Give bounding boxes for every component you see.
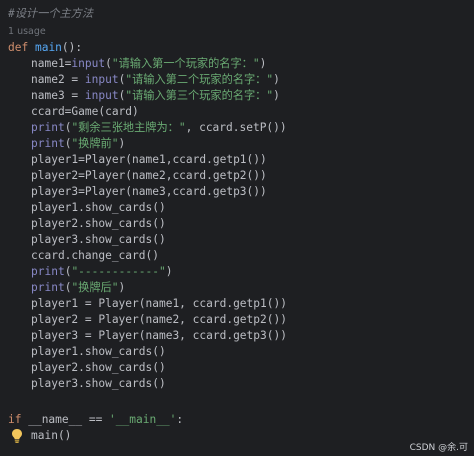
code-line-6: print("换牌前")	[8, 136, 125, 152]
code-line-8: player2=Player(name2,ccard.getp2())	[31, 169, 267, 182]
def-params: ():	[61, 41, 83, 54]
string-literal: "请输入第三个玩家的名字："	[125, 89, 274, 102]
code-token: )	[118, 281, 126, 294]
code-line-14: print("------------")	[8, 264, 172, 280]
builtin-print: print	[31, 121, 65, 134]
code-token: name3 =	[31, 89, 85, 102]
string-literal: "请输入第一个玩家的名字："	[111, 57, 260, 70]
code-line-16: player1 = Player(name1, ccard.getp1())	[31, 297, 287, 310]
code-line-20: player2.show_cards()	[31, 361, 166, 374]
builtin-print: print	[31, 137, 65, 150]
code-token: )	[273, 89, 280, 102]
code-line-13: ccard.change_card()	[31, 249, 159, 262]
builtin-print: print	[31, 265, 65, 278]
watermark: CSDN @余.可	[407, 440, 470, 453]
code-line-21: player3.show_cards()	[31, 377, 166, 390]
builtin-input: input	[84, 73, 119, 86]
string-literal: "请输入第二个玩家的名字："	[125, 73, 274, 86]
def-keyword: def	[8, 41, 29, 54]
code-line-12: player3.show_cards()	[31, 233, 166, 246]
code-token: __name__ ==	[21, 413, 110, 426]
if-keyword: if	[8, 413, 22, 426]
code-token: (	[105, 57, 112, 70]
code-token: name2 =	[31, 73, 85, 86]
function-name: main	[34, 41, 62, 54]
builtin-input: input	[71, 57, 106, 70]
string-literal: "剩余三张地主牌为："	[71, 121, 186, 134]
code-line-3: name3 = input("请输入第三个玩家的名字：")	[8, 88, 280, 104]
code-line-1: name1=input("请输入第一个玩家的名字：")	[8, 56, 266, 72]
string-literal: '__main__'	[109, 413, 177, 426]
code-comment: #设计一个主方法	[8, 7, 94, 20]
string-literal: "------------"	[71, 265, 166, 278]
lightbulb-icon[interactable]	[10, 428, 24, 444]
code-line-15: print("换牌后")	[8, 280, 125, 296]
usage-hint[interactable]: 1 usage	[8, 24, 46, 40]
code-line-4: ccard=Game(card)	[31, 105, 139, 118]
code-token: name1=	[31, 57, 72, 70]
code-line-7: player1=Player(name1,ccard.getp1())	[31, 153, 267, 166]
string-literal: "换牌后"	[71, 281, 119, 294]
code-token: , ccard.setP())	[185, 121, 287, 134]
code-token: :	[176, 413, 184, 426]
code-line-18: player3 = Player(name3, ccard.getp3())	[31, 329, 287, 342]
code-token: )	[165, 265, 173, 278]
code-line-19: player1.show_cards()	[31, 345, 166, 358]
code-token: )	[118, 137, 126, 150]
code-line-2: name2 = input("请输入第二个玩家的名字：")	[8, 72, 280, 88]
code-line-9: player3=Player(name3,ccard.getp3())	[31, 185, 267, 198]
string-literal: "换牌前"	[71, 137, 119, 150]
builtin-input: input	[84, 89, 119, 102]
code-line-if: if __name__ == '__main__':	[8, 412, 183, 428]
builtin-print: print	[31, 281, 65, 294]
code-editor[interactable]: #设计一个主方法 1 usage def main(): name1=input…	[0, 0, 474, 456]
code-token: )	[259, 57, 267, 70]
code-line-def: def main():	[8, 40, 82, 56]
code-token: )	[273, 73, 280, 86]
code-line-17: player2 = Player(name2, ccard.getp2())	[31, 313, 287, 326]
code-line-11: player2.show_cards()	[31, 217, 166, 230]
code-line-10: player1.show_cards()	[31, 201, 166, 214]
code-line-5: print("剩余三张地主牌为：", ccard.setP())	[8, 120, 287, 136]
